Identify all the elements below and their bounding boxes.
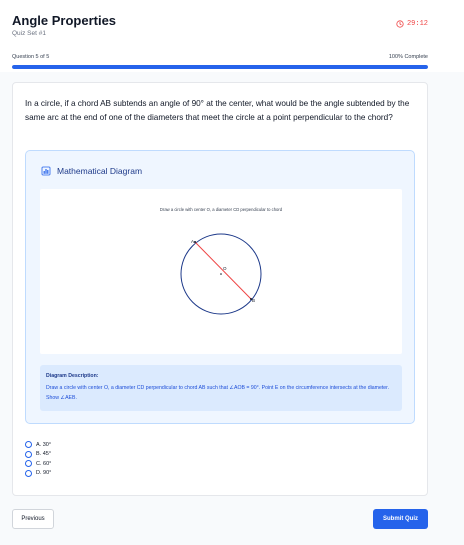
quiz-subtitle: Quiz Set #1 bbox=[12, 30, 46, 37]
circle-diagram: A O B bbox=[180, 233, 262, 315]
radio-button[interactable] bbox=[25, 469, 32, 477]
diagram-panel: Mathematical Diagram Draw a circle with … bbox=[25, 150, 415, 424]
label-o: O bbox=[223, 266, 227, 271]
option-label: C. 60° bbox=[36, 460, 52, 467]
description-text: Draw a circle with center O, a diameter … bbox=[46, 385, 390, 401]
question-counter: Question 5 of 5 bbox=[12, 54, 50, 60]
option-label: B. 45° bbox=[36, 451, 52, 458]
radio-button[interactable] bbox=[25, 441, 32, 449]
diagram-description: Diagram Description: Draw a circle with … bbox=[40, 365, 402, 411]
clock-icon bbox=[396, 20, 404, 28]
question-card: In a circle, if a chord AB subtends an a… bbox=[12, 82, 428, 496]
progress-bar bbox=[12, 65, 428, 69]
label-a: A bbox=[191, 239, 194, 244]
radio-button[interactable] bbox=[25, 460, 32, 468]
question-text: In a circle, if a chord AB subtends an a… bbox=[25, 99, 410, 122]
page-title: Angle Properties bbox=[12, 13, 117, 28]
point-o bbox=[220, 273, 222, 275]
timer: 29:12 bbox=[396, 20, 428, 28]
option-b[interactable]: B. 45° bbox=[25, 450, 51, 460]
timer-value: 29:12 bbox=[406, 20, 428, 28]
submit-quiz-button[interactable]: Submit Quiz bbox=[373, 509, 428, 529]
completion-text: 100% Complete bbox=[388, 54, 428, 60]
description-title: Diagram Description: bbox=[46, 373, 99, 379]
progress-fill bbox=[12, 65, 428, 69]
option-d[interactable]: D. 90° bbox=[25, 469, 51, 479]
previous-button[interactable]: Previous bbox=[12, 509, 54, 529]
option-label: A. 30° bbox=[36, 441, 52, 448]
diagram-canvas: Draw a circle with center O, a diameter … bbox=[40, 189, 402, 354]
bar-chart-icon bbox=[41, 166, 51, 176]
quiz-header: Angle Properties Quiz Set #1 29:12 Quest… bbox=[0, 0, 464, 72]
label-b: B bbox=[252, 298, 255, 303]
option-label: D. 90° bbox=[36, 470, 52, 477]
diagram-heading: Mathematical Diagram bbox=[41, 166, 142, 176]
diagram-title: Mathematical Diagram bbox=[57, 166, 143, 176]
option-c[interactable]: C. 60° bbox=[25, 459, 51, 469]
option-a[interactable]: A. 30° bbox=[25, 440, 51, 450]
point-a bbox=[194, 241, 196, 243]
radio-button[interactable] bbox=[25, 450, 32, 458]
answer-options: A. 30° B. 45° C. 60° D. 90° bbox=[25, 440, 51, 478]
